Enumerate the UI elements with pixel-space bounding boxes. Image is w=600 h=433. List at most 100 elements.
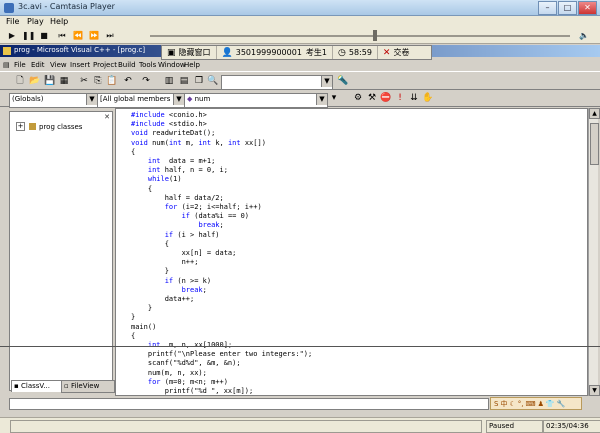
save-icon[interactable]: 💾 [44, 75, 56, 87]
ime-s-icon[interactable]: S [494, 400, 498, 408]
minimize-icon[interactable]: – [538, 1, 557, 15]
seek-bar[interactable] [150, 30, 570, 41]
maximize-icon[interactable]: □ [558, 1, 577, 15]
submit-button[interactable]: ✕ 交卷 [378, 46, 415, 59]
go-icon[interactable]: ⇊ [408, 92, 420, 104]
source-code[interactable]: #include <conio.h> #include <stdio.h> vo… [131, 111, 312, 395]
hide-window-button[interactable]: ▣ 隐藏窗口 [162, 46, 217, 59]
code-line: void readwriteDat(); [131, 129, 216, 138]
person-icon: 👤 [221, 47, 233, 58]
compile-icon[interactable]: ⚙ [352, 92, 364, 104]
code-line: { [131, 184, 153, 193]
vc-menu-tools[interactable]: Tools [139, 61, 156, 69]
scroll-down-icon[interactable]: ▼ [589, 385, 600, 396]
code-line: data++; [131, 295, 195, 304]
breakpoint-icon[interactable]: ✋ [422, 92, 434, 104]
skip-forward-icon[interactable]: ⏭ [104, 30, 116, 42]
standard-toolbar: 🗋 📂 💾 ▦ ✂ ⎘ 📋 ↶ ↷ ▥ ▤ ❐ 🔍 ▼ 🔦 [0, 71, 600, 90]
player-controls: ▶ ❚❚ ■ ⏮ ⏪ ⏩ ⏭ 🔈 [0, 28, 600, 44]
undo-icon[interactable]: ↶ [122, 75, 134, 87]
find-combo[interactable]: ▼ [221, 75, 333, 90]
output-window-icon[interactable]: ▤ [178, 75, 190, 87]
expand-icon[interactable]: + [16, 122, 25, 131]
code-line: { [131, 331, 136, 340]
chevron-down-icon[interactable]: ▼ [86, 94, 97, 105]
open-folder-icon[interactable]: 📂 [29, 75, 41, 87]
scroll-thumb[interactable] [590, 123, 599, 165]
code-line: { [131, 239, 169, 248]
vc-menu-help[interactable]: Help [184, 61, 200, 69]
code-line: #include <conio.h> [131, 111, 207, 119]
code-line: while(1) [147, 175, 182, 184]
play-icon[interactable]: ▶ [6, 30, 18, 42]
chevron-down-icon[interactable]: ▼ [173, 94, 184, 105]
punctuation-icon[interactable]: °, [518, 400, 524, 408]
exam-toolbar: ▣ 隐藏窗口 👤 3501999900001 考生1 ◷ 58:59 ✕ 交卷 [161, 45, 432, 60]
fileview-icon: ▫ [64, 382, 71, 390]
tab-fileview[interactable]: ▫ FileView [61, 380, 115, 393]
code-line: scanf("%d%d", &m, &n); [131, 359, 241, 368]
vc-menu-view[interactable]: View [50, 61, 67, 69]
tab-classview[interactable]: ▪ ClassV... [11, 380, 64, 392]
code-editor[interactable]: #include <conio.h> #include <stdio.h> vo… [115, 108, 588, 396]
save-all-icon[interactable]: ▦ [58, 75, 70, 87]
vc-menu-insert[interactable]: Insert [70, 61, 90, 69]
moon-icon[interactable]: ☾ [509, 400, 515, 408]
build-icon[interactable]: ⚒ [366, 92, 378, 104]
workspace-tabs: ▪ ClassV... ▫ FileView [9, 380, 115, 393]
rewind-icon[interactable]: ⏪ [72, 30, 84, 42]
code-line: main() [131, 322, 157, 331]
members-combo[interactable]: ◆ num ▼ [184, 93, 328, 108]
scroll-up-icon[interactable]: ▲ [589, 108, 600, 119]
stop-icon[interactable]: ■ [38, 30, 50, 42]
close-icon[interactable]: ✕ [578, 1, 597, 15]
redo-icon[interactable]: ↷ [140, 75, 152, 87]
function-icon: ◆ [187, 95, 195, 103]
stop-build-icon[interactable]: ⛔ [380, 92, 392, 104]
vc-menu-file[interactable]: File [14, 61, 26, 69]
player-menu-play[interactable]: Play [27, 17, 44, 26]
code-line: if (n >= k) [164, 276, 212, 285]
code-line: { [131, 147, 136, 156]
find-icon[interactable]: 🔦 [337, 75, 349, 87]
paste-icon[interactable]: 📋 [106, 75, 118, 87]
playback-status: Paused [486, 420, 544, 433]
code-line: int data = m+1; [147, 157, 216, 166]
new-file-icon[interactable]: 🗋 [14, 75, 26, 87]
filter-combo[interactable]: [All global members ▼ [97, 93, 185, 108]
shirt-icon[interactable]: 👕 [546, 400, 555, 408]
status-panel [10, 420, 482, 433]
vc-menu-edit[interactable]: Edit [31, 61, 45, 69]
player-status-bar: Paused 02:35/04:36 [0, 417, 600, 433]
output-pane[interactable] [9, 398, 489, 410]
workspace-icon[interactable]: ▥ [163, 75, 175, 87]
vc-menu-window[interactable]: Window [158, 61, 186, 69]
player-menu-file[interactable]: File [6, 17, 19, 26]
seek-thumb[interactable] [372, 30, 377, 41]
class-combo[interactable]: (Globals) ▼ [9, 93, 98, 108]
tree-item-prog-classes[interactable]: + prog classes [16, 122, 82, 131]
wrench-icon[interactable]: 🔧 [557, 400, 566, 408]
ime-chinese-icon[interactable]: 中 [500, 399, 507, 409]
copy-icon[interactable]: ⎘ [92, 75, 104, 87]
user-icon[interactable]: ♟ [538, 400, 544, 408]
cut-icon[interactable]: ✂ [78, 75, 90, 87]
keyboard-icon[interactable]: ⌨ [525, 400, 535, 408]
execute-icon[interactable]: ! [394, 92, 406, 104]
fast-forward-icon[interactable]: ⏩ [88, 30, 100, 42]
close-icon[interactable]: ✕ [103, 113, 111, 121]
find-in-files-icon[interactable]: 🔍 [207, 75, 219, 87]
pause-icon[interactable]: ❚❚ [22, 30, 35, 42]
skip-back-icon[interactable]: ⏮ [56, 30, 68, 42]
player-menu-help[interactable]: Help [50, 17, 68, 26]
vc-menu-project[interactable]: Project [93, 61, 117, 69]
vertical-scrollbar[interactable]: ▲ ▼ [588, 108, 600, 396]
vc-menu-build[interactable]: Build [118, 61, 136, 69]
volume-icon[interactable]: 🔈 [578, 30, 590, 42]
window-list-icon[interactable]: ❐ [193, 75, 205, 87]
chevron-down-icon[interactable]: ▼ [321, 76, 332, 87]
chevron-down-icon[interactable]: ▼ [316, 94, 327, 105]
menu-doc-icon[interactable]: ▤ [3, 61, 10, 69]
wizard-actions-icon[interactable]: ▾ [328, 92, 340, 104]
classes-icon [29, 123, 36, 130]
